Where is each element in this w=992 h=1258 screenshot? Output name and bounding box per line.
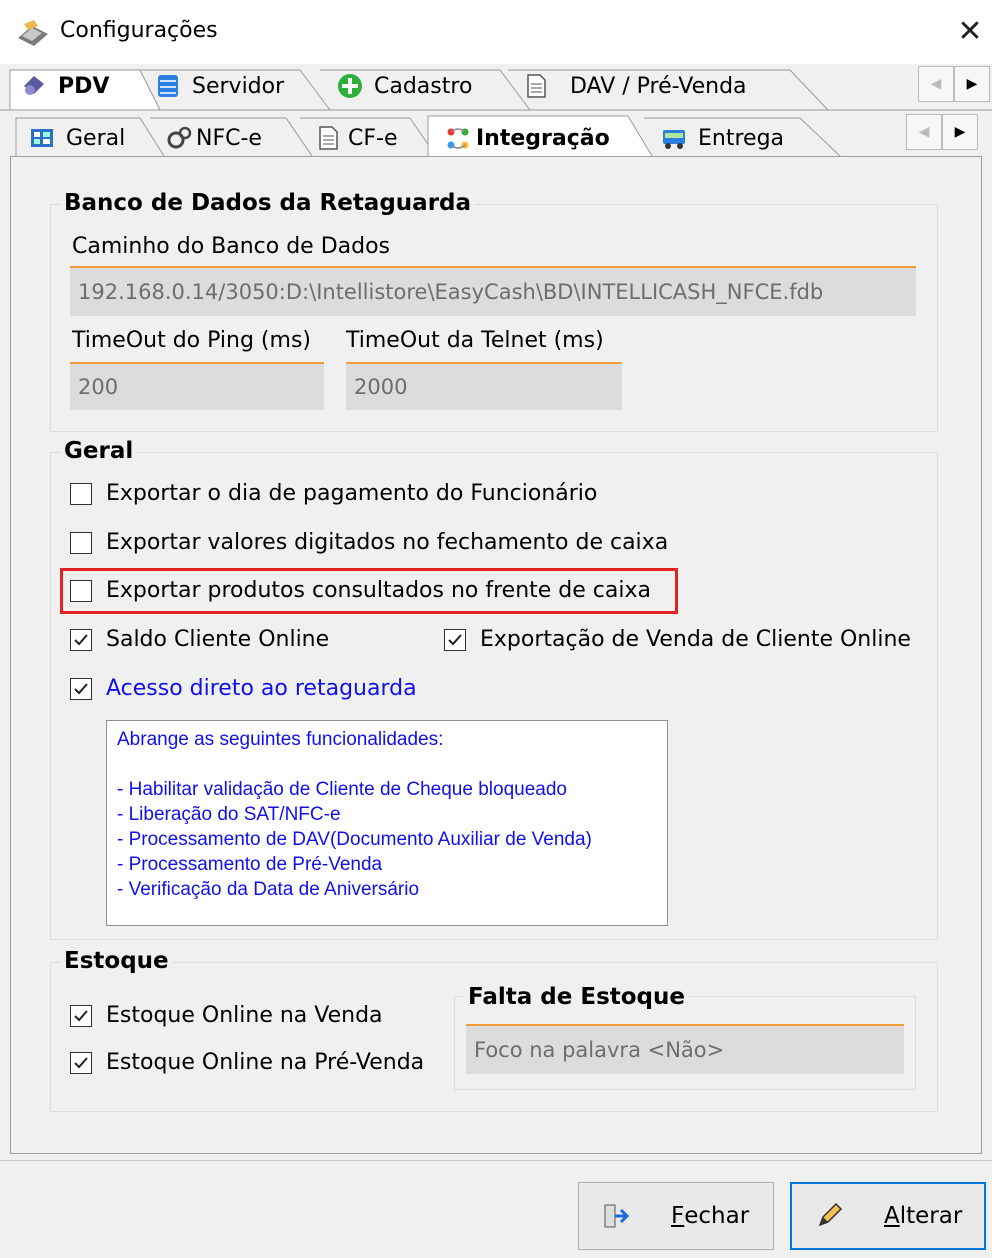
check-icon — [448, 633, 462, 645]
delivery-icon — [663, 130, 685, 149]
grid-icon — [31, 129, 53, 147]
info-line: - Habilitar validação de Cliente de Cheq… — [117, 779, 567, 800]
info-line: Abrange as seguintes funcionalidades: — [117, 729, 444, 750]
tab-pdv-label: PDV — [58, 73, 110, 99]
telnet-field[interactable]: 2000 — [346, 362, 622, 410]
info-box: Abrange as seguintes funcionalidades: - … — [106, 720, 668, 926]
ping-label: TimeOut do Ping (ms) — [72, 328, 311, 353]
info-line: - Liberação do SAT/NFC-e — [117, 804, 341, 825]
server-icon — [158, 75, 178, 97]
checkbox-checked[interactable] — [444, 628, 466, 651]
fechar-mnemonic: F — [671, 1203, 685, 1229]
tab-servidor[interactable]: Servidor — [146, 64, 284, 108]
scroll-right-button[interactable]: ▶ — [942, 114, 978, 150]
fechar-button[interactable]: Fechar — [578, 1182, 774, 1250]
checkbox[interactable] — [70, 482, 92, 505]
scroll-right-button[interactable]: ▶ — [954, 66, 990, 102]
tab-nfce-label: NFC-e — [196, 125, 262, 151]
gears-icon — [167, 126, 192, 149]
tab-pdv[interactable]: PDV — [12, 64, 109, 108]
exit-door-icon — [604, 1204, 630, 1228]
close-icon[interactable]: ✕ — [952, 10, 988, 54]
integration-icon — [447, 128, 469, 149]
chk-exportacao-venda-cliente[interactable]: Exportação de Venda de Cliente Online — [444, 627, 911, 652]
tab-integracao-label: Integração — [476, 125, 610, 151]
banco-group-title: Banco de Dados da Retaguarda — [60, 190, 476, 216]
check-icon — [74, 633, 88, 645]
chk-label: Saldo Cliente Online — [106, 627, 330, 652]
chk-label: Exportar o dia de pagamento do Funcionár… — [106, 481, 598, 506]
tab-integracao[interactable]: Integração — [436, 116, 610, 160]
tab-servidor-label: Servidor — [192, 73, 285, 99]
sub-tabs-scroll: ◀ ▶ — [906, 114, 978, 150]
chk-acesso-direto-retaguarda[interactable]: Acesso direto ao retaguarda — [70, 676, 417, 701]
chk-label: Estoque Online na Venda — [106, 1003, 383, 1028]
checkbox-checked[interactable] — [70, 677, 92, 700]
falta-estoque-select[interactable]: Foco na palavra <Não> — [466, 1024, 904, 1074]
chk-exportar-produtos-consultados[interactable]: Exportar produtos consultados no frente … — [70, 578, 651, 603]
tab-dav-prevenda[interactable]: DAV / Pré-Venda — [514, 64, 747, 108]
alterar-mnemonic: A — [884, 1203, 900, 1229]
info-line — [117, 752, 657, 777]
checkbox[interactable] — [70, 579, 92, 602]
pen-icon — [818, 1202, 843, 1227]
caminho-field[interactable]: 192.168.0.14/3050:D:\Intellistore\EasyCa… — [70, 266, 916, 316]
tab-nfce[interactable]: NFC-e — [158, 116, 262, 160]
chk-estoque-online-prevenda[interactable]: Estoque Online na Pré-Venda — [70, 1050, 424, 1075]
checkbox[interactable] — [70, 531, 92, 554]
tab-cadastro[interactable]: Cadastro — [328, 64, 472, 108]
chk-exportar-dia-pagamento[interactable]: Exportar o dia de pagamento do Funcionár… — [70, 481, 597, 506]
document-icon — [319, 126, 338, 150]
checkbox-checked[interactable] — [70, 1004, 92, 1027]
check-icon — [74, 1056, 88, 1068]
falta-estoque-title: Falta de Estoque — [464, 984, 689, 1010]
caminho-label: Caminho do Banco de Dados — [72, 234, 391, 259]
chk-label: Exportar produtos consultados no frente … — [106, 578, 651, 603]
tab-geral[interactable]: Geral — [20, 116, 125, 160]
ping-field[interactable]: 200 — [70, 362, 324, 410]
info-line: - Processamento de Pré-Venda — [117, 854, 383, 875]
estoque-group-title: Estoque — [60, 948, 173, 974]
chk-exportar-valores-digitados[interactable]: Exportar valores digitados no fechamento… — [70, 530, 668, 555]
telnet-label: TimeOut da Telnet (ms) — [346, 328, 604, 353]
scroll-left-button[interactable]: ◀ — [918, 66, 954, 102]
document-icon — [527, 74, 546, 98]
check-icon — [74, 1009, 88, 1021]
footer-divider — [0, 1160, 992, 1161]
checkbox-checked[interactable] — [70, 628, 92, 651]
pdv-icon — [24, 76, 44, 95]
chk-label: Estoque Online na Pré-Venda — [106, 1050, 425, 1075]
chk-estoque-online-venda[interactable]: Estoque Online na Venda — [70, 1003, 383, 1028]
tab-cfe-label: CF-e — [348, 125, 398, 151]
alterar-label: lterar — [899, 1203, 963, 1229]
chk-label: Acesso direto ao retaguarda — [106, 676, 417, 701]
info-line: - Processamento de DAV(Documento Auxilia… — [117, 829, 592, 850]
chk-label: Exportação de Venda de Cliente Online — [480, 627, 911, 652]
tab-cadastro-label: Cadastro — [374, 73, 473, 99]
geral-group-title: Geral — [60, 438, 138, 464]
scroll-left-button[interactable]: ◀ — [906, 114, 942, 150]
tab-entrega-label: Entrega — [698, 125, 785, 151]
chk-saldo-cliente-online[interactable]: Saldo Cliente Online — [70, 627, 329, 652]
tab-cfe[interactable]: CF-e — [306, 116, 398, 160]
tab-geral-label: Geral — [66, 125, 126, 151]
app-icon — [18, 20, 48, 46]
info-line: - Verificação da Data de Aniversário — [117, 879, 420, 900]
check-icon — [74, 682, 88, 694]
alterar-button[interactable]: Alterar — [790, 1182, 986, 1250]
add-green-icon — [338, 74, 362, 98]
checkbox-checked[interactable] — [70, 1051, 92, 1074]
chk-label: Exportar valores digitados no fechamento… — [106, 530, 669, 555]
fechar-label: echar — [684, 1203, 750, 1229]
tab-entrega[interactable]: Entrega — [652, 116, 784, 160]
tab-dav-label: DAV / Pré-Venda — [570, 73, 747, 99]
window-title: Configurações — [60, 18, 218, 43]
top-tabs-scroll: ◀ ▶ — [918, 66, 990, 102]
